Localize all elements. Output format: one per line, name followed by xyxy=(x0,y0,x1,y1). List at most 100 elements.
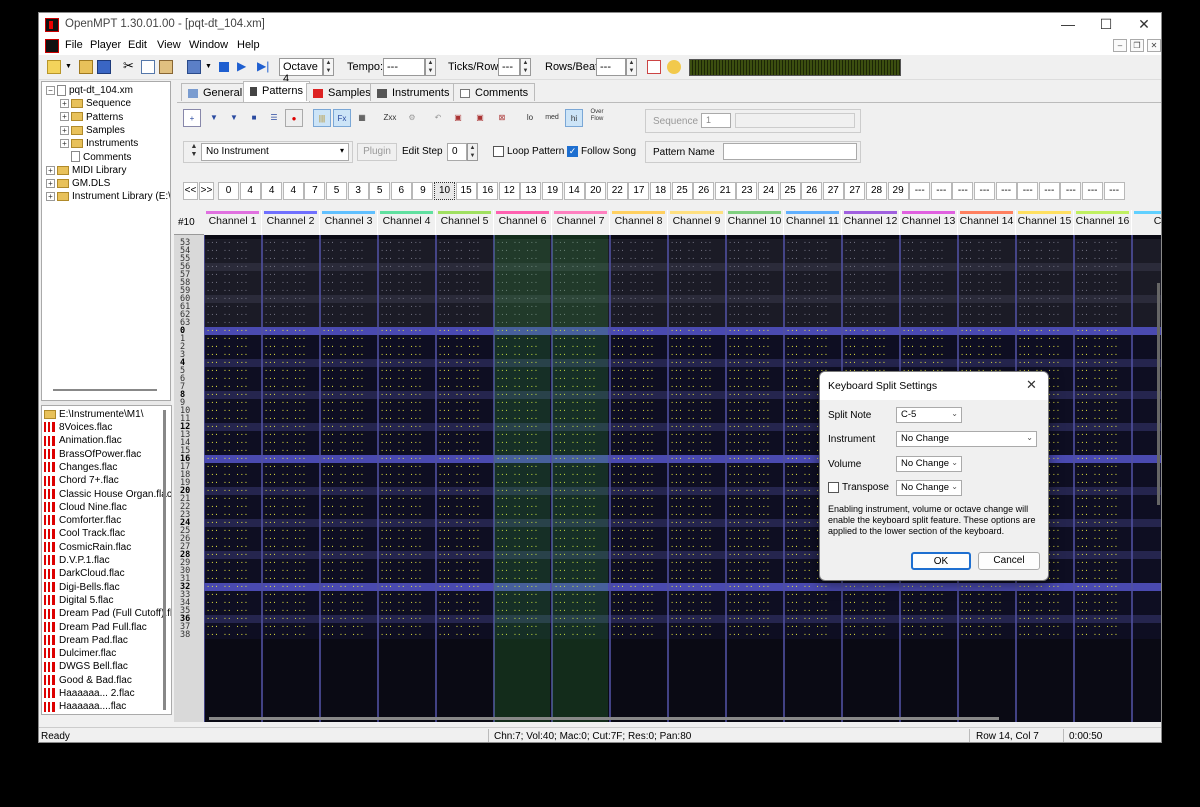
pattern-cell[interactable]: ··· ·· ··· xyxy=(728,551,770,559)
pattern-cell[interactable]: ··· ·· ··· xyxy=(902,279,944,287)
pattern-cell[interactable]: ··· ·· ··· xyxy=(844,311,886,319)
pattern-cell[interactable]: ··· ·· ··· xyxy=(1076,447,1118,455)
pattern-cell[interactable]: ··· ·· ··· xyxy=(322,407,364,415)
pattern-cell[interactable]: ··· ·· ··· xyxy=(670,383,712,391)
module-tree[interactable]: − pqt-dt_104.xm + Sequence + Patterns + Samples… xyxy=(41,81,171,401)
pattern-cell[interactable]: ··· ·· ··· xyxy=(264,239,306,247)
pattern-cell[interactable]: ··· ·· ··· xyxy=(612,519,654,527)
order-item[interactable]: 9 xyxy=(412,182,434,200)
pattern-cell[interactable]: ··· ·· ··· xyxy=(612,535,654,543)
instrument-select[interactable]: No Instrument ▾ xyxy=(201,143,349,161)
pattern-cell[interactable]: ··· ·· ··· xyxy=(670,487,712,495)
pattern-cell[interactable]: ··· ·· ··· xyxy=(902,623,944,631)
pattern-cell[interactable]: ··· ·· ··· xyxy=(844,623,886,631)
pattern-cell[interactable]: ··· ·· ··· xyxy=(1076,327,1118,335)
pattern-cell[interactable]: ··· ·· ··· xyxy=(728,423,770,431)
pattern-cell[interactable]: ··· ·· ··· xyxy=(322,511,364,519)
pattern-cell[interactable]: ··· ·· ··· xyxy=(728,511,770,519)
pattern-cell[interactable]: ··· ·· ··· xyxy=(728,463,770,471)
pattern-cell[interactable]: ··· ·· ··· xyxy=(960,623,1002,631)
transpose-select[interactable]: No Change ⌄ xyxy=(896,480,962,496)
tree-item[interactable]: + Patterns xyxy=(60,111,123,124)
pattern-cell[interactable]: ··· ·· ··· xyxy=(1018,351,1060,359)
ticks-spin-arrows[interactable]: ▲ ▼ xyxy=(520,58,531,76)
pattern-cell[interactable]: ··· ·· ··· xyxy=(1076,615,1118,623)
pattern-cell[interactable]: ··· ·· ··· xyxy=(1018,263,1060,271)
pattern-cell[interactable]: ··· ·· ··· xyxy=(264,535,306,543)
filelist-scrollbar[interactable] xyxy=(163,410,166,710)
pattern-cell[interactable]: ··· ·· ··· xyxy=(380,279,422,287)
pattern-cell[interactable]: ··· ·· ··· xyxy=(960,583,1002,591)
pattern-cell[interactable]: ··· ·· ··· xyxy=(612,303,654,311)
pattern-cell[interactable]: ··· ·· ··· xyxy=(1076,503,1118,511)
pattern-cell[interactable]: ··· ·· ··· xyxy=(612,527,654,535)
order-item[interactable]: --- xyxy=(1060,182,1082,200)
pattern-cell[interactable]: ··· ·· ··· xyxy=(1076,391,1118,399)
expand-icon[interactable]: + xyxy=(60,139,69,149)
pattern-cell[interactable]: ··· ·· ··· xyxy=(670,495,712,503)
pattern-cell[interactable]: ··· ·· ··· xyxy=(1018,327,1060,335)
pattern-cell[interactable]: ··· ·· ··· xyxy=(728,319,770,327)
pattern-cell[interactable]: ··· ·· ··· xyxy=(1018,599,1060,607)
pattern-cell[interactable]: ··· ·· ··· xyxy=(438,631,480,639)
pattern-cell[interactable]: ··· ·· ··· xyxy=(264,591,306,599)
pattern-cell[interactable]: ··· ·· ··· xyxy=(206,367,248,375)
pattern-cell[interactable]: ··· ·· ··· xyxy=(264,351,306,359)
pattern-cell[interactable]: ··· ·· ··· xyxy=(670,559,712,567)
pattern-cell[interactable]: ··· ·· ··· xyxy=(902,255,944,263)
pattern-cell[interactable]: ··· ·· ··· xyxy=(1076,431,1118,439)
instrument-change-select[interactable]: No Change ⌄ xyxy=(896,431,1037,447)
pattern-cell[interactable]: ··· ·· ··· xyxy=(380,319,422,327)
pattern-cell[interactable]: ··· ·· ··· xyxy=(322,583,364,591)
pattern-cell[interactable]: ··· ·· ··· xyxy=(960,319,1002,327)
pattern-cell[interactable]: ··· ·· ··· xyxy=(438,335,480,343)
octave-selector[interactable]: Octave 4 xyxy=(279,58,323,85)
pattern-cell[interactable]: ··· ·· ··· xyxy=(322,423,364,431)
order-item[interactable]: 17 xyxy=(628,182,650,200)
pattern-cell[interactable]: ··· ·· ··· xyxy=(902,271,944,279)
pattern-cell[interactable]: ··· ·· ··· xyxy=(1018,343,1060,351)
pattern-cell[interactable]: ··· ·· ··· xyxy=(264,375,306,383)
openmpt-app-icon[interactable] xyxy=(45,18,59,32)
pattern-cell[interactable]: ··· ·· ··· xyxy=(902,335,944,343)
pattern-cell[interactable]: ··· ·· ··· xyxy=(380,463,422,471)
pattern-cell[interactable]: ··· ·· ··· xyxy=(844,271,886,279)
pattern-cell[interactable]: ··· ·· ··· xyxy=(1018,319,1060,327)
pattern-cell[interactable]: ··· ·· ··· xyxy=(380,631,422,639)
pattern-cell[interactable]: ··· ·· ··· xyxy=(960,311,1002,319)
pattern-cell[interactable]: ··· ·· ··· xyxy=(264,247,306,255)
follow-song-checkbox-box[interactable]: ✓ xyxy=(567,146,578,157)
pattern-cell[interactable]: ··· ·· ··· xyxy=(902,239,944,247)
file-item[interactable]: D.V.P.1.flac xyxy=(44,554,110,567)
pattern-cell[interactable]: ··· ·· ··· xyxy=(786,359,828,367)
pattern-cell[interactable]: ··· ·· ··· xyxy=(322,399,364,407)
pattern-cell[interactable]: ··· ·· ··· xyxy=(206,487,248,495)
pattern-cell[interactable]: ··· ·· ··· xyxy=(322,319,364,327)
pattern-cell[interactable]: ··· ·· ··· xyxy=(206,495,248,503)
tree-item[interactable]: Comments xyxy=(60,151,131,164)
pattern-cell[interactable]: ··· ·· ··· xyxy=(380,519,422,527)
pattern-cell[interactable]: ··· ·· ··· xyxy=(670,271,712,279)
tempo-spin-arrows[interactable]: ▲ ▼ xyxy=(425,58,436,76)
pattern-cell[interactable]: ··· ·· ··· xyxy=(380,263,422,271)
pattern-cell[interactable]: ··· ·· ··· xyxy=(206,295,248,303)
pattern-cell[interactable]: ··· ·· ··· xyxy=(380,351,422,359)
pattern-cell[interactable]: ··· ·· ··· xyxy=(322,455,364,463)
pattern-cell[interactable]: ··· ·· ··· xyxy=(380,479,422,487)
metronome-icon[interactable] xyxy=(667,60,681,74)
pattern-cell[interactable]: ··· ·· ··· xyxy=(380,439,422,447)
pattern-cell[interactable]: ··· ·· ··· xyxy=(960,631,1002,639)
pattern-cell[interactable]: ··· ·· ··· xyxy=(264,527,306,535)
pattern-cell[interactable]: ··· ·· ··· xyxy=(960,271,1002,279)
pattern-cell[interactable]: ··· ·· ··· xyxy=(1076,463,1118,471)
pattern-cell[interactable]: ··· ·· ··· xyxy=(960,247,1002,255)
order-item[interactable]: 19 xyxy=(542,182,563,200)
pattern-cell[interactable]: ··· ·· ··· xyxy=(1076,255,1118,263)
pattern-cell[interactable]: ··· ·· ··· xyxy=(1076,567,1118,575)
pattern-cell[interactable]: ··· ·· ··· xyxy=(264,327,306,335)
minimize-button[interactable]: — xyxy=(1049,13,1087,37)
tab-samples[interactable]: Samples xyxy=(306,83,378,101)
pattern-cell[interactable]: ··· ·· ··· xyxy=(844,615,886,623)
pattern-cell[interactable]: ··· ·· ··· xyxy=(438,303,480,311)
pattern-cell[interactable]: ··· ·· ··· xyxy=(206,527,248,535)
